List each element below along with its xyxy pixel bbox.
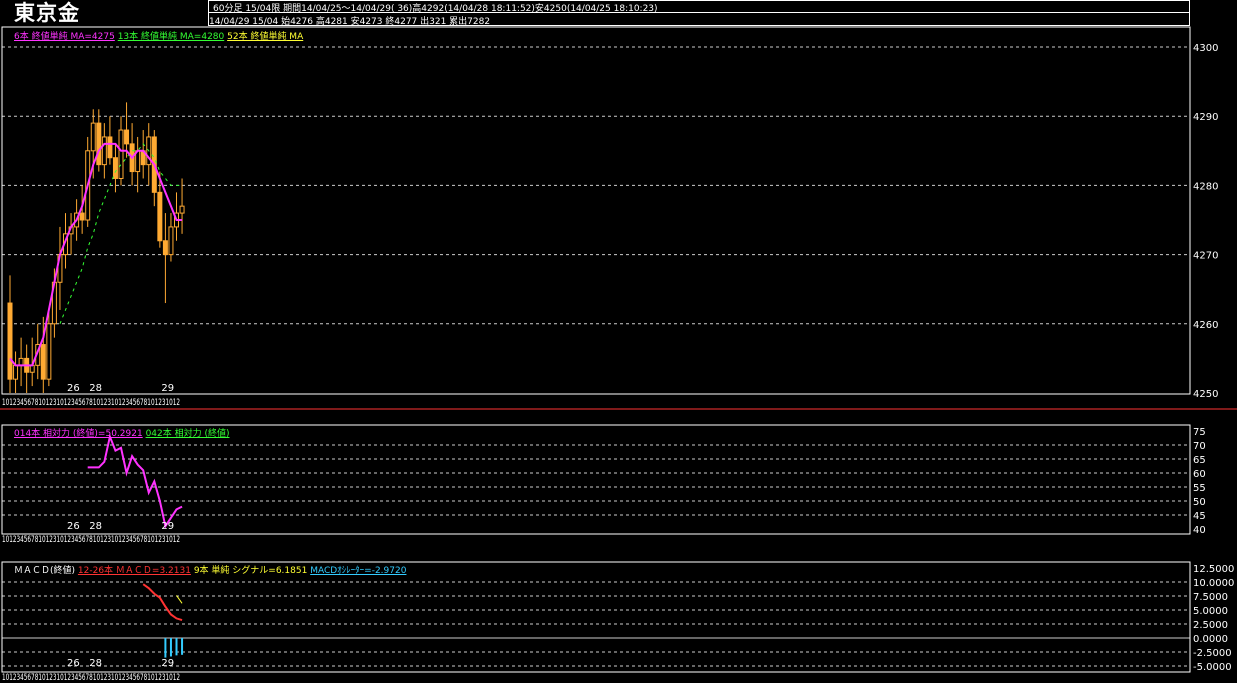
macd-tick-label: -5.0000 — [1193, 662, 1232, 673]
candle-body — [168, 226, 174, 256]
oscillator-bar — [175, 638, 178, 656]
candle-body — [29, 364, 35, 373]
date-label: 28 — [89, 658, 102, 669]
price-plot: 4250 4260 4270 4280 4290 4300 — [2, 43, 1218, 400]
rsi-tick-label: 40 — [1193, 525, 1206, 536]
legend-macd: 12-26本 ＭＡＣＤ=3.2131 — [77, 566, 191, 576]
legend-macd-title: ＭＡＣＤ(終値) — [14, 566, 76, 576]
hour-tick-labels: 1012345678101231012345678101231012345678… — [2, 673, 180, 683]
rsi-tick-label: 45 — [1193, 511, 1206, 522]
rsi-tick-label: 65 — [1193, 455, 1206, 466]
candle-body — [46, 323, 52, 380]
macd-series-line — [142, 583, 183, 622]
legend-rsi14: 014本 相対力 (終値)=50.2921 — [14, 429, 143, 439]
candle-body — [124, 129, 130, 145]
price-legend: 6本 終値単純 MA=4275 13本 終値単純 MA=4280 52本 終値単… — [14, 29, 303, 42]
date-label: 26 — [67, 521, 80, 532]
date-label: 26 — [67, 383, 80, 394]
candle-body — [7, 302, 13, 380]
candle-body — [162, 240, 168, 256]
rsi-series-line — [87, 433, 183, 529]
candle-body — [13, 364, 19, 380]
oscillator-bar — [169, 638, 172, 657]
macd-panel-frame — [1, 561, 1191, 673]
macd-tick-label: 5.0000 — [1193, 606, 1228, 617]
price-tick-label: 4300 — [1193, 43, 1218, 54]
candle-body — [40, 344, 46, 380]
candle-body — [18, 357, 24, 366]
date-label: 28 — [89, 383, 102, 394]
price-tick-label: 4250 — [1193, 389, 1218, 400]
legend-ma13: 13本 終値単純 MA=4280 — [117, 32, 225, 42]
candle-body — [112, 157, 118, 179]
rsi-tick-label: 60 — [1193, 469, 1206, 480]
price-tick-label: 4260 — [1193, 320, 1218, 331]
rsi-tick-label: 70 — [1193, 441, 1206, 452]
legend-ma6: 6本 終値単純 MA=4275 — [14, 32, 115, 42]
candle-body — [157, 191, 163, 242]
macd-tick-label: 0.0000 — [1193, 634, 1228, 645]
rsi-panel-frame — [1, 424, 1191, 535]
macd-tick-label: 7.5000 — [1193, 592, 1228, 603]
legend-ma52: 52本 終値単純 MA — [227, 32, 304, 42]
macd-plot: 12.5000 10.0000 7.5000 5.0000 2.5000 0.0000 -2… — [2, 564, 1234, 673]
rsi-plot: 40 45 50 55 60 65 70 75 — [2, 427, 1206, 536]
legend-oscillator: MACDｵｼﾚｰﾀｰ=-2.9720 — [310, 566, 407, 576]
date-label: 26 — [67, 658, 80, 669]
legend-rsi42: 042本 相対力 (終値) — [145, 429, 230, 439]
candle-body — [79, 212, 85, 221]
oscillator-bar — [181, 638, 184, 655]
candle-body — [107, 136, 113, 159]
macd-tick-label: 12.5000 — [1193, 564, 1234, 575]
date-label: 29 — [161, 383, 174, 394]
macd-legend: ＭＡＣＤ(終値) 12-26本 ＭＡＣＤ=3.2131 9本 単純 シグナル=6… — [14, 563, 406, 576]
oscillator-bar — [164, 638, 167, 658]
rsi-tick-label: 50 — [1193, 497, 1206, 508]
date-label: 28 — [89, 521, 102, 532]
macd-tick-label: 10.0000 — [1193, 578, 1234, 589]
rsi-tick-label: 75 — [1193, 427, 1206, 438]
chart-canvas: 4250 4260 4270 4280 4290 4300 40 45 50 55 60 65 70 7… — [0, 26, 1237, 683]
candle-body — [90, 122, 96, 152]
date-label: 29 — [161, 658, 174, 669]
price-tick-label: 4270 — [1193, 251, 1218, 262]
candle-body — [101, 136, 107, 166]
price-tick-label: 4290 — [1193, 112, 1218, 123]
rsi-tick-label: 55 — [1193, 483, 1206, 494]
macd-series-line — [176, 595, 183, 604]
price-tick-label: 4280 — [1193, 181, 1218, 192]
candle-body — [118, 129, 124, 179]
rsi-legend: 014本 相対力 (終値)=50.2921 042本 相対力 (終値) — [14, 426, 230, 439]
macd-tick-label: -2.5000 — [1193, 648, 1232, 659]
hour-tick-labels: 1012345678101231012345678101231012345678… — [2, 535, 180, 545]
candle-body — [96, 122, 102, 166]
date-label: 29 — [161, 521, 174, 532]
candle-body — [179, 205, 185, 214]
hour-tick-labels: 1012345678101231012345678101231012345678… — [2, 398, 180, 408]
macd-tick-label: 2.5000 — [1193, 620, 1228, 631]
legend-signal: 9本 単純 シグナル=6.1851 — [193, 566, 308, 576]
